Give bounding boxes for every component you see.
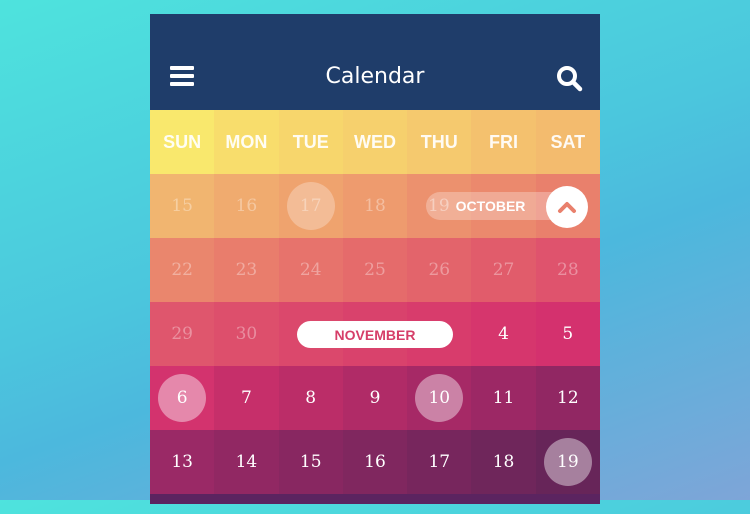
day-cell[interactable]: 17 [407, 430, 472, 494]
day-number: 15 [171, 196, 193, 216]
day-cell [342, 494, 408, 504]
day-number: 7 [241, 388, 252, 408]
day-cell[interactable]: 16 [214, 174, 279, 238]
day-number: 6 [176, 388, 188, 408]
current-month-label[interactable]: 19 OCTOBER [426, 192, 566, 220]
day-cell [214, 494, 279, 504]
day-number: 25 [364, 260, 386, 280]
day-cell[interactable]: 16 [342, 430, 408, 494]
weekday-wed: WED [342, 110, 408, 174]
day-number: 24 [299, 260, 322, 280]
day-number: 22 [171, 260, 193, 280]
day-cell[interactable]: 25 [342, 238, 408, 302]
day-number: 15 [299, 452, 322, 472]
day-number: 14 [235, 452, 258, 472]
day-number: 19 [428, 196, 450, 216]
day-number: 17 [299, 196, 322, 216]
next-month-label[interactable]: NOVEMBER [297, 321, 453, 348]
day-number: 17 [428, 452, 451, 472]
day-cell [407, 494, 472, 504]
day-cell[interactable]: 26 [407, 238, 472, 302]
day-cell[interactable]: 27 [471, 238, 536, 302]
weekday-sat: SAT [535, 110, 600, 174]
search-button[interactable] [555, 64, 583, 92]
day-cell[interactable]: 9 [342, 366, 408, 430]
day-number: 26 [428, 260, 451, 280]
week-row: 13 14 15 16 17 18 19 [150, 430, 600, 494]
day-cell[interactable]: 19 [535, 430, 600, 494]
weekday-mon: MON [214, 110, 279, 174]
day-cell[interactable]: 22 [150, 238, 215, 302]
month-name: OCTOBER [455, 198, 526, 214]
weekday-tue: TUE [278, 110, 343, 174]
day-cell[interactable]: 5 [535, 302, 600, 366]
day-cell[interactable]: 14 [214, 430, 279, 494]
day-number: 13 [171, 452, 193, 472]
day-cell[interactable]: 15 [278, 430, 343, 494]
search-icon [557, 66, 583, 92]
day-number: 29 [171, 324, 193, 344]
day-number: 10 [428, 388, 451, 408]
collapse-month-button[interactable] [546, 186, 588, 228]
week-row: 15 16 17 18 19 OCTOBER [150, 174, 600, 238]
calendar-grid: SUN MON TUE WED THU FRI SAT 15 16 17 18 19 OCTOBER 2… [150, 110, 600, 504]
day-number: 18 [364, 196, 386, 216]
day-number: 27 [492, 260, 515, 280]
day-cell[interactable]: 15 [150, 174, 215, 238]
day-cell [471, 494, 536, 504]
weekday-fri: FRI [471, 110, 536, 174]
day-number: 8 [305, 388, 317, 408]
week-row: 22 23 24 25 26 27 28 [150, 238, 600, 302]
day-number: 18 [492, 452, 515, 472]
day-cell[interactable]: 29 [150, 302, 215, 366]
day-cell[interactable]: 23 [214, 238, 279, 302]
day-cell[interactable]: 4 [471, 302, 536, 366]
day-number: 16 [235, 196, 258, 216]
day-cell[interactable]: 30 [214, 302, 279, 366]
weekday-header-row: SUN MON TUE WED THU FRI SAT [150, 110, 600, 174]
day-cell[interactable]: 17 [278, 174, 343, 238]
weekday-sun: SUN [150, 110, 215, 174]
day-number: 16 [364, 452, 386, 472]
day-number: 19 [557, 452, 579, 472]
day-number: 5 [562, 324, 574, 344]
day-cell[interactable]: 13 [150, 430, 215, 494]
day-cell[interactable]: 18 [342, 174, 408, 238]
day-cell [150, 494, 215, 504]
day-cell[interactable]: 28 [535, 238, 600, 302]
week-row: 6 7 8 9 10 11 12 [150, 366, 600, 430]
calendar-app: Calendar SUN MON TUE WED THU FRI SAT 15 16 17 18 1… [150, 14, 600, 514]
chevron-up-icon [558, 202, 576, 213]
day-cell[interactable]: 12 [535, 366, 600, 430]
app-header: Calendar [150, 14, 600, 110]
day-cell[interactable]: 18 [471, 430, 536, 494]
partial-week-row [150, 494, 600, 504]
day-cell [278, 494, 343, 504]
day-number: 28 [557, 260, 579, 280]
day-number: 11 [492, 388, 515, 408]
week-row: 29 30 4 5 NOVEMBER [150, 302, 600, 366]
weekday-thu: THU [407, 110, 472, 174]
day-cell [535, 494, 600, 504]
day-number: 9 [369, 388, 381, 408]
day-cell[interactable]: 7 [214, 366, 279, 430]
day-cell[interactable]: 11 [471, 366, 536, 430]
day-cell[interactable]: 8 [278, 366, 343, 430]
day-number: 23 [235, 260, 258, 280]
page-title: Calendar [325, 64, 425, 89]
day-number: 30 [235, 324, 258, 344]
day-cell[interactable]: 10 [407, 366, 472, 430]
day-number: 12 [557, 388, 579, 408]
day-number: 4 [498, 324, 509, 344]
day-cell[interactable]: 6 [150, 366, 215, 430]
day-cell[interactable]: 24 [278, 238, 343, 302]
